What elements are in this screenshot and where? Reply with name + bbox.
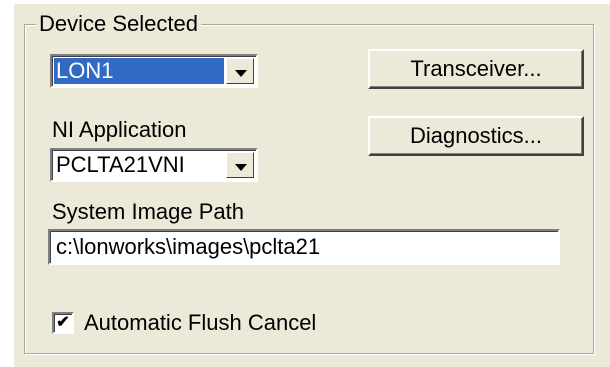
automatic-flush-cancel-checkbox[interactable]: ✔ <box>52 312 74 334</box>
automatic-flush-cancel-label: Automatic Flush Cancel <box>84 310 317 335</box>
diagnostics-button[interactable]: Diagnostics... <box>368 116 584 156</box>
device-combo-value: LON1 <box>54 58 224 84</box>
chevron-down-icon[interactable] <box>226 58 254 84</box>
automatic-flush-cancel-row[interactable]: ✔ Automatic Flush Cancel <box>52 310 316 336</box>
transceiver-button[interactable]: Transceiver... <box>368 49 584 89</box>
device-combo[interactable]: LON1 <box>50 54 258 88</box>
ni-application-combo[interactable]: PCLTA21VNI <box>50 148 258 182</box>
groupbox-title: Device Selected <box>36 10 201 38</box>
system-image-path-label: System Image Path <box>52 199 244 224</box>
ni-application-combo-value: PCLTA21VNI <box>56 152 185 177</box>
system-image-path-input[interactable] <box>48 229 560 265</box>
chevron-down-icon[interactable] <box>226 152 254 178</box>
ni-application-label: NI Application <box>52 117 187 142</box>
